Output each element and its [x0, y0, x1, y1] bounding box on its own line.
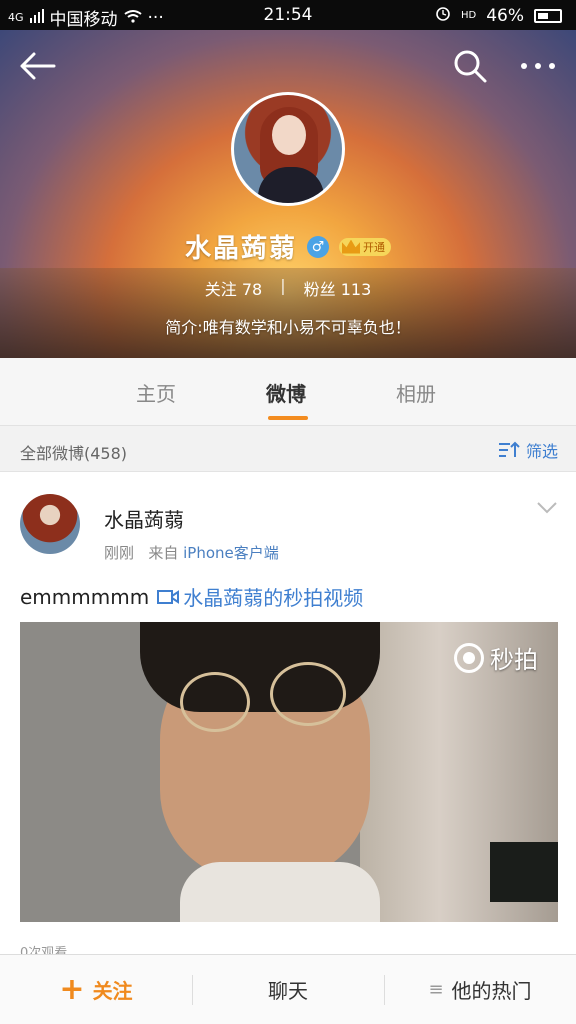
watermark-label: 秒拍	[490, 646, 538, 674]
status-bar: 4G 中国移动 ··· 21:54 HD 46%	[0, 0, 576, 30]
active-tab-indicator	[268, 416, 308, 420]
more-button[interactable]	[518, 48, 558, 84]
video-camera-icon	[157, 589, 180, 604]
filter-button[interactable]: 筛选	[498, 438, 558, 462]
profile-name: 水晶蒟蒻	[184, 234, 297, 264]
followers-count: 113	[340, 280, 372, 299]
following-label: 关注	[204, 280, 237, 299]
follow-button[interactable]: + 关注	[0, 955, 192, 1024]
video-thumbnail[interactable]: 秒拍	[20, 622, 558, 922]
tab-home[interactable]: 主页	[136, 378, 176, 407]
profile-tabs: 主页 微博 相册	[0, 358, 576, 426]
post-body: emmmmmm	[20, 584, 150, 609]
following-count: 78	[241, 280, 263, 299]
phone-hd-icon: HD	[460, 10, 477, 21]
all-weibo-count[interactable]: 全部微博(458)	[20, 440, 127, 464]
gender-male-icon: ♂	[307, 235, 329, 258]
video-link-label: 水晶蒟蒻的秒拍视频	[183, 586, 364, 610]
following-stat[interactable]: 关注 78	[205, 276, 262, 300]
miaopai-logo-icon	[454, 642, 484, 673]
video-link[interactable]: 水晶蒟蒻的秒拍视频	[157, 582, 363, 611]
chevron-down-icon	[537, 502, 557, 514]
post-meta: 刚刚 来自 iPhone客户端	[104, 542, 279, 563]
post-author-avatar[interactable]	[20, 494, 80, 554]
bottom-action-bar: + 关注 聊天 ≡ 他的热门	[0, 954, 576, 1024]
stats-divider: |	[280, 276, 286, 295]
post-time: 刚刚	[104, 544, 135, 562]
hot-posts-label: 他的热门	[451, 979, 532, 1003]
view-count: 0次观看	[20, 946, 68, 954]
search-icon	[454, 50, 487, 83]
battery-icon	[534, 8, 562, 23]
vip-badge[interactable]: 开通	[339, 237, 391, 256]
followers-label: 粉丝	[303, 280, 336, 299]
crown-icon	[342, 239, 360, 254]
follow-label: 关注	[92, 979, 133, 1003]
vip-label: 开通	[363, 240, 385, 254]
arrow-left-icon	[20, 52, 56, 80]
chat-button[interactable]: 聊天	[192, 955, 384, 1024]
post-source-prefix: 来自	[148, 544, 179, 562]
profile-avatar[interactable]	[231, 92, 345, 206]
weibo-post: 水晶蒟蒻 刚刚 来自 iPhone客户端 emmmmmm 水晶蒟蒻的秒拍视频 秒…	[0, 472, 576, 954]
alarm-icon	[435, 5, 451, 26]
menu-icon: ≡	[428, 979, 444, 1000]
more-dots-icon	[521, 63, 555, 69]
post-options-button[interactable]	[536, 500, 558, 514]
battery-percent: 46%	[486, 5, 524, 26]
tab-weibo[interactable]: 微博	[266, 378, 306, 407]
followers-stat[interactable]: 粉丝 113	[304, 276, 372, 300]
chat-label: 聊天	[268, 979, 308, 1003]
profile-bio: 简介:唯有数学和小易不可辜负也！	[165, 318, 411, 337]
search-button[interactable]	[452, 48, 488, 84]
filter-icon	[498, 441, 520, 457]
post-author-name[interactable]: 水晶蒟蒻	[104, 504, 184, 533]
filter-label: 筛选	[525, 442, 558, 461]
filter-row: 全部微博(458) 筛选	[0, 426, 576, 472]
tab-album[interactable]: 相册	[396, 378, 436, 407]
profile-header: 水晶蒟蒻 ♂ 开通 关注 78 | 粉丝 113 简介:唯有数学和小易不可辜负也…	[0, 30, 576, 358]
back-button[interactable]	[18, 48, 58, 84]
hot-posts-button[interactable]: ≡ 他的热门	[384, 955, 576, 1024]
profile-stats: 关注 78 | 粉丝 113	[0, 276, 576, 300]
post-text: emmmmmm 水晶蒟蒻的秒拍视频	[20, 582, 363, 611]
miaopai-watermark: 秒拍	[454, 640, 538, 675]
plus-icon: +	[59, 971, 85, 1007]
post-source[interactable]: iPhone客户端	[183, 544, 279, 562]
